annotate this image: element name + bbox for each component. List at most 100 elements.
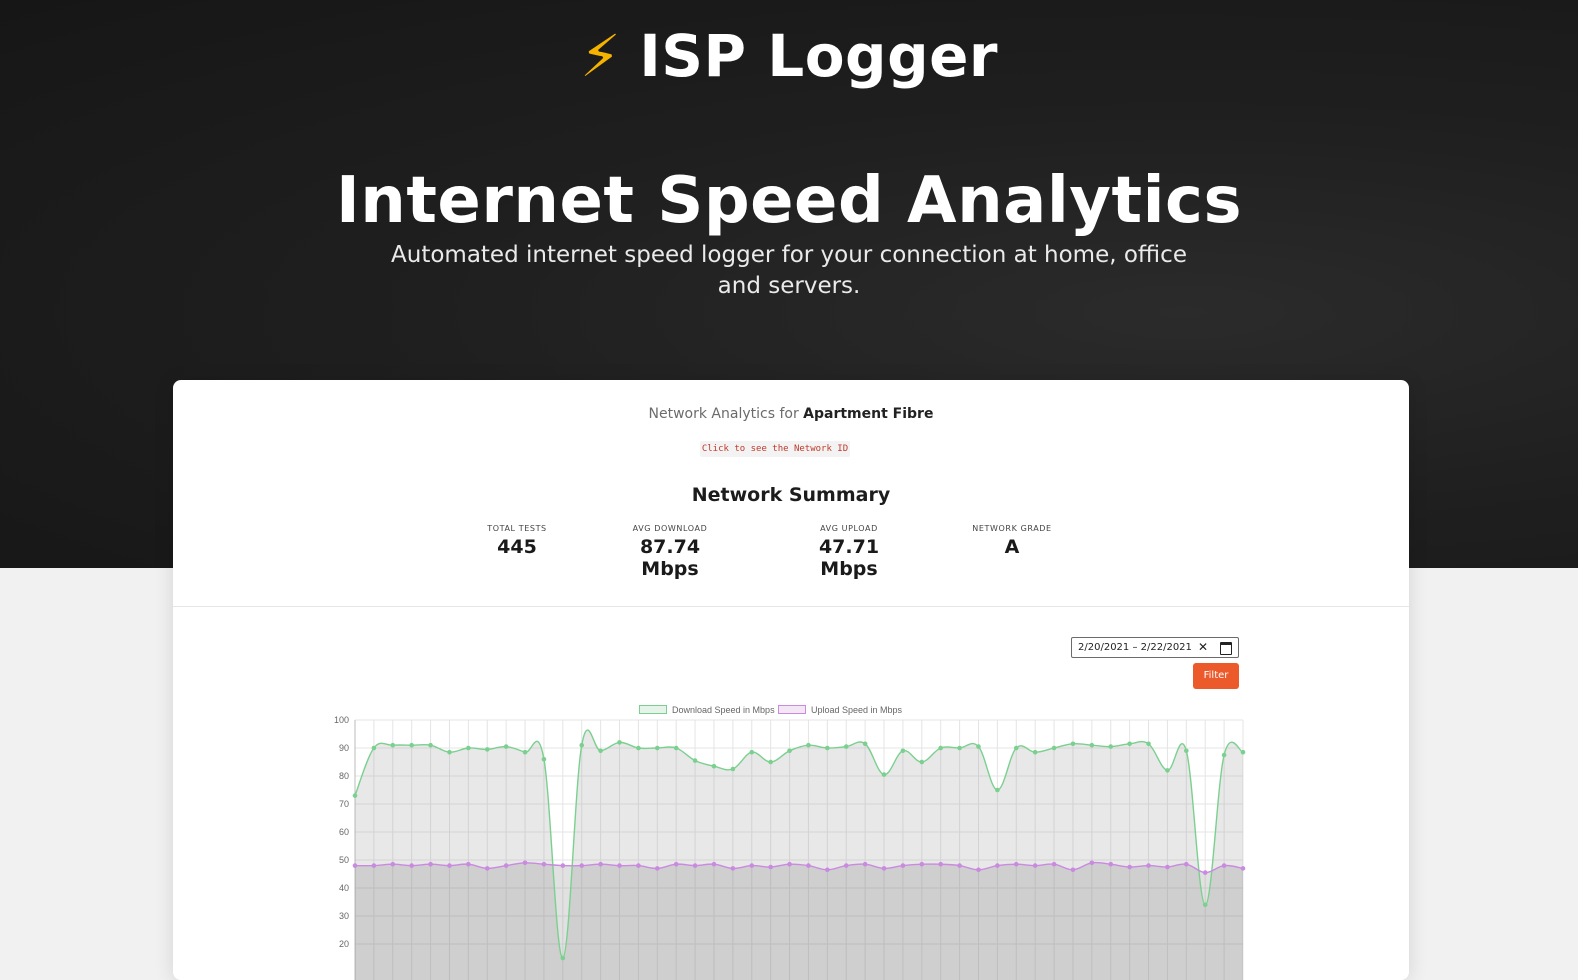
data-point-upload [957,863,962,868]
data-point-download [541,756,547,762]
data-point-upload [390,861,396,867]
stat-value: 445 [497,536,537,558]
stat-value: A [1004,536,1020,558]
stat-label: AVG UPLOAD [820,524,878,533]
data-point-upload [862,861,868,867]
y-tick-label: 70 [339,799,349,809]
date-range-picker[interactable]: 2/20/2021 – 2/22/2021 ✕ [1071,637,1239,658]
data-point-download [806,742,811,748]
data-point-download [409,742,414,748]
y-tick-label: 30 [339,911,349,921]
data-point-download [1184,748,1189,754]
lightning-bolt-icon: ⚡ [579,22,622,90]
data-point-download [1108,744,1114,749]
data-point-download [957,745,962,751]
data-point-upload [579,863,585,868]
y-tick-label: 90 [339,743,349,753]
data-point-download [938,745,944,751]
data-point-download [617,740,622,745]
brand-name: ISP Logger [639,22,999,90]
data-point-download [711,763,717,769]
data-point-download [447,749,452,755]
data-point-download [919,759,925,765]
data-point-upload [1127,864,1132,870]
y-tick-label: 40 [339,883,349,893]
filter-button[interactable]: Filter [1193,663,1239,689]
stat-network-grade: NETWORK GRADE A [962,524,1062,558]
data-point-download [1127,741,1132,747]
data-point-upload [617,863,622,868]
data-point-upload [1240,866,1246,871]
data-point-download [1032,749,1038,755]
data-point-upload [711,861,717,867]
data-point-upload [1184,861,1189,867]
data-point-upload [938,861,944,867]
data-point-upload [881,866,887,871]
y-tick-label: 80 [339,771,349,781]
data-point-download [371,745,377,751]
network-analytics-prefix: Network Analytics for [648,406,799,422]
data-point-download [1013,745,1019,751]
data-point-download [1221,752,1227,758]
data-point-upload [1108,861,1114,867]
data-point-upload [995,863,1000,868]
data-point-download [673,745,679,751]
calendar-icon[interactable] [1220,642,1232,655]
data-point-upload [466,861,471,867]
data-point-download [654,745,660,751]
data-point-download [995,787,1000,793]
data-point-download [976,744,981,749]
data-point-upload [976,867,981,873]
data-point-download [692,758,698,763]
data-point-upload [843,863,849,868]
brand-logo[interactable]: ⚡ ISP Logger [0,22,1578,90]
data-point-download [522,749,528,755]
data-point-download [730,766,736,772]
data-point-upload [1032,863,1038,868]
data-point-upload [1051,861,1057,867]
network-name: Apartment Fibre [803,406,934,422]
data-point-download [579,742,585,748]
speed-line-chart: 100 90 80 70 60 50 40 30 20 [334,715,1246,980]
analytics-card: Network Analytics for Apartment Fibre Cl… [173,380,1409,980]
date-range-value[interactable]: 2/20/2021 – 2/22/2021 [1078,638,1192,657]
data-point-download [749,749,755,755]
data-point-download [484,747,490,752]
data-point-download [881,772,887,777]
network-analytics-heading: Network Analytics for Apartment Fibre [173,406,1409,422]
data-point-upload [768,864,773,870]
data-point-upload [503,863,509,868]
data-point-upload [787,861,792,867]
stat-avg-download: AVG DOWNLOAD 87.74 Mbps [610,524,730,580]
data-point-upload [900,863,906,868]
data-point-upload [919,861,925,867]
network-id-button[interactable]: Click to see the Network ID [700,441,850,457]
data-point-upload [1202,870,1208,875]
data-point-upload [692,863,698,868]
y-tick-label: 20 [339,939,349,949]
data-point-upload [352,863,358,868]
data-point-download [598,748,603,754]
y-tick-label: 60 [339,827,349,837]
data-point-download [1202,902,1208,908]
data-point-download [1051,745,1057,751]
data-point-download [843,744,849,749]
data-point-upload [825,867,830,873]
page-title: Internet Speed Analytics [335,164,1243,238]
data-point-download [1089,742,1095,748]
data-point-upload [447,863,452,868]
stat-avg-upload: AVG UPLOAD 47.71 Mbps [789,524,909,580]
section-divider [173,606,1409,607]
data-point-upload [409,863,414,868]
data-point-upload [371,863,377,868]
close-icon[interactable]: ✕ [1198,638,1208,657]
data-point-upload [730,866,736,871]
data-point-upload [598,861,603,867]
data-point-download [787,748,792,754]
data-point-upload [1165,864,1170,870]
data-point-upload [806,863,811,868]
stat-label: TOTAL TESTS [487,524,547,533]
network-summary-title: Network Summary [691,484,891,506]
data-point-download [1146,741,1151,747]
data-point-upload [1070,867,1076,873]
